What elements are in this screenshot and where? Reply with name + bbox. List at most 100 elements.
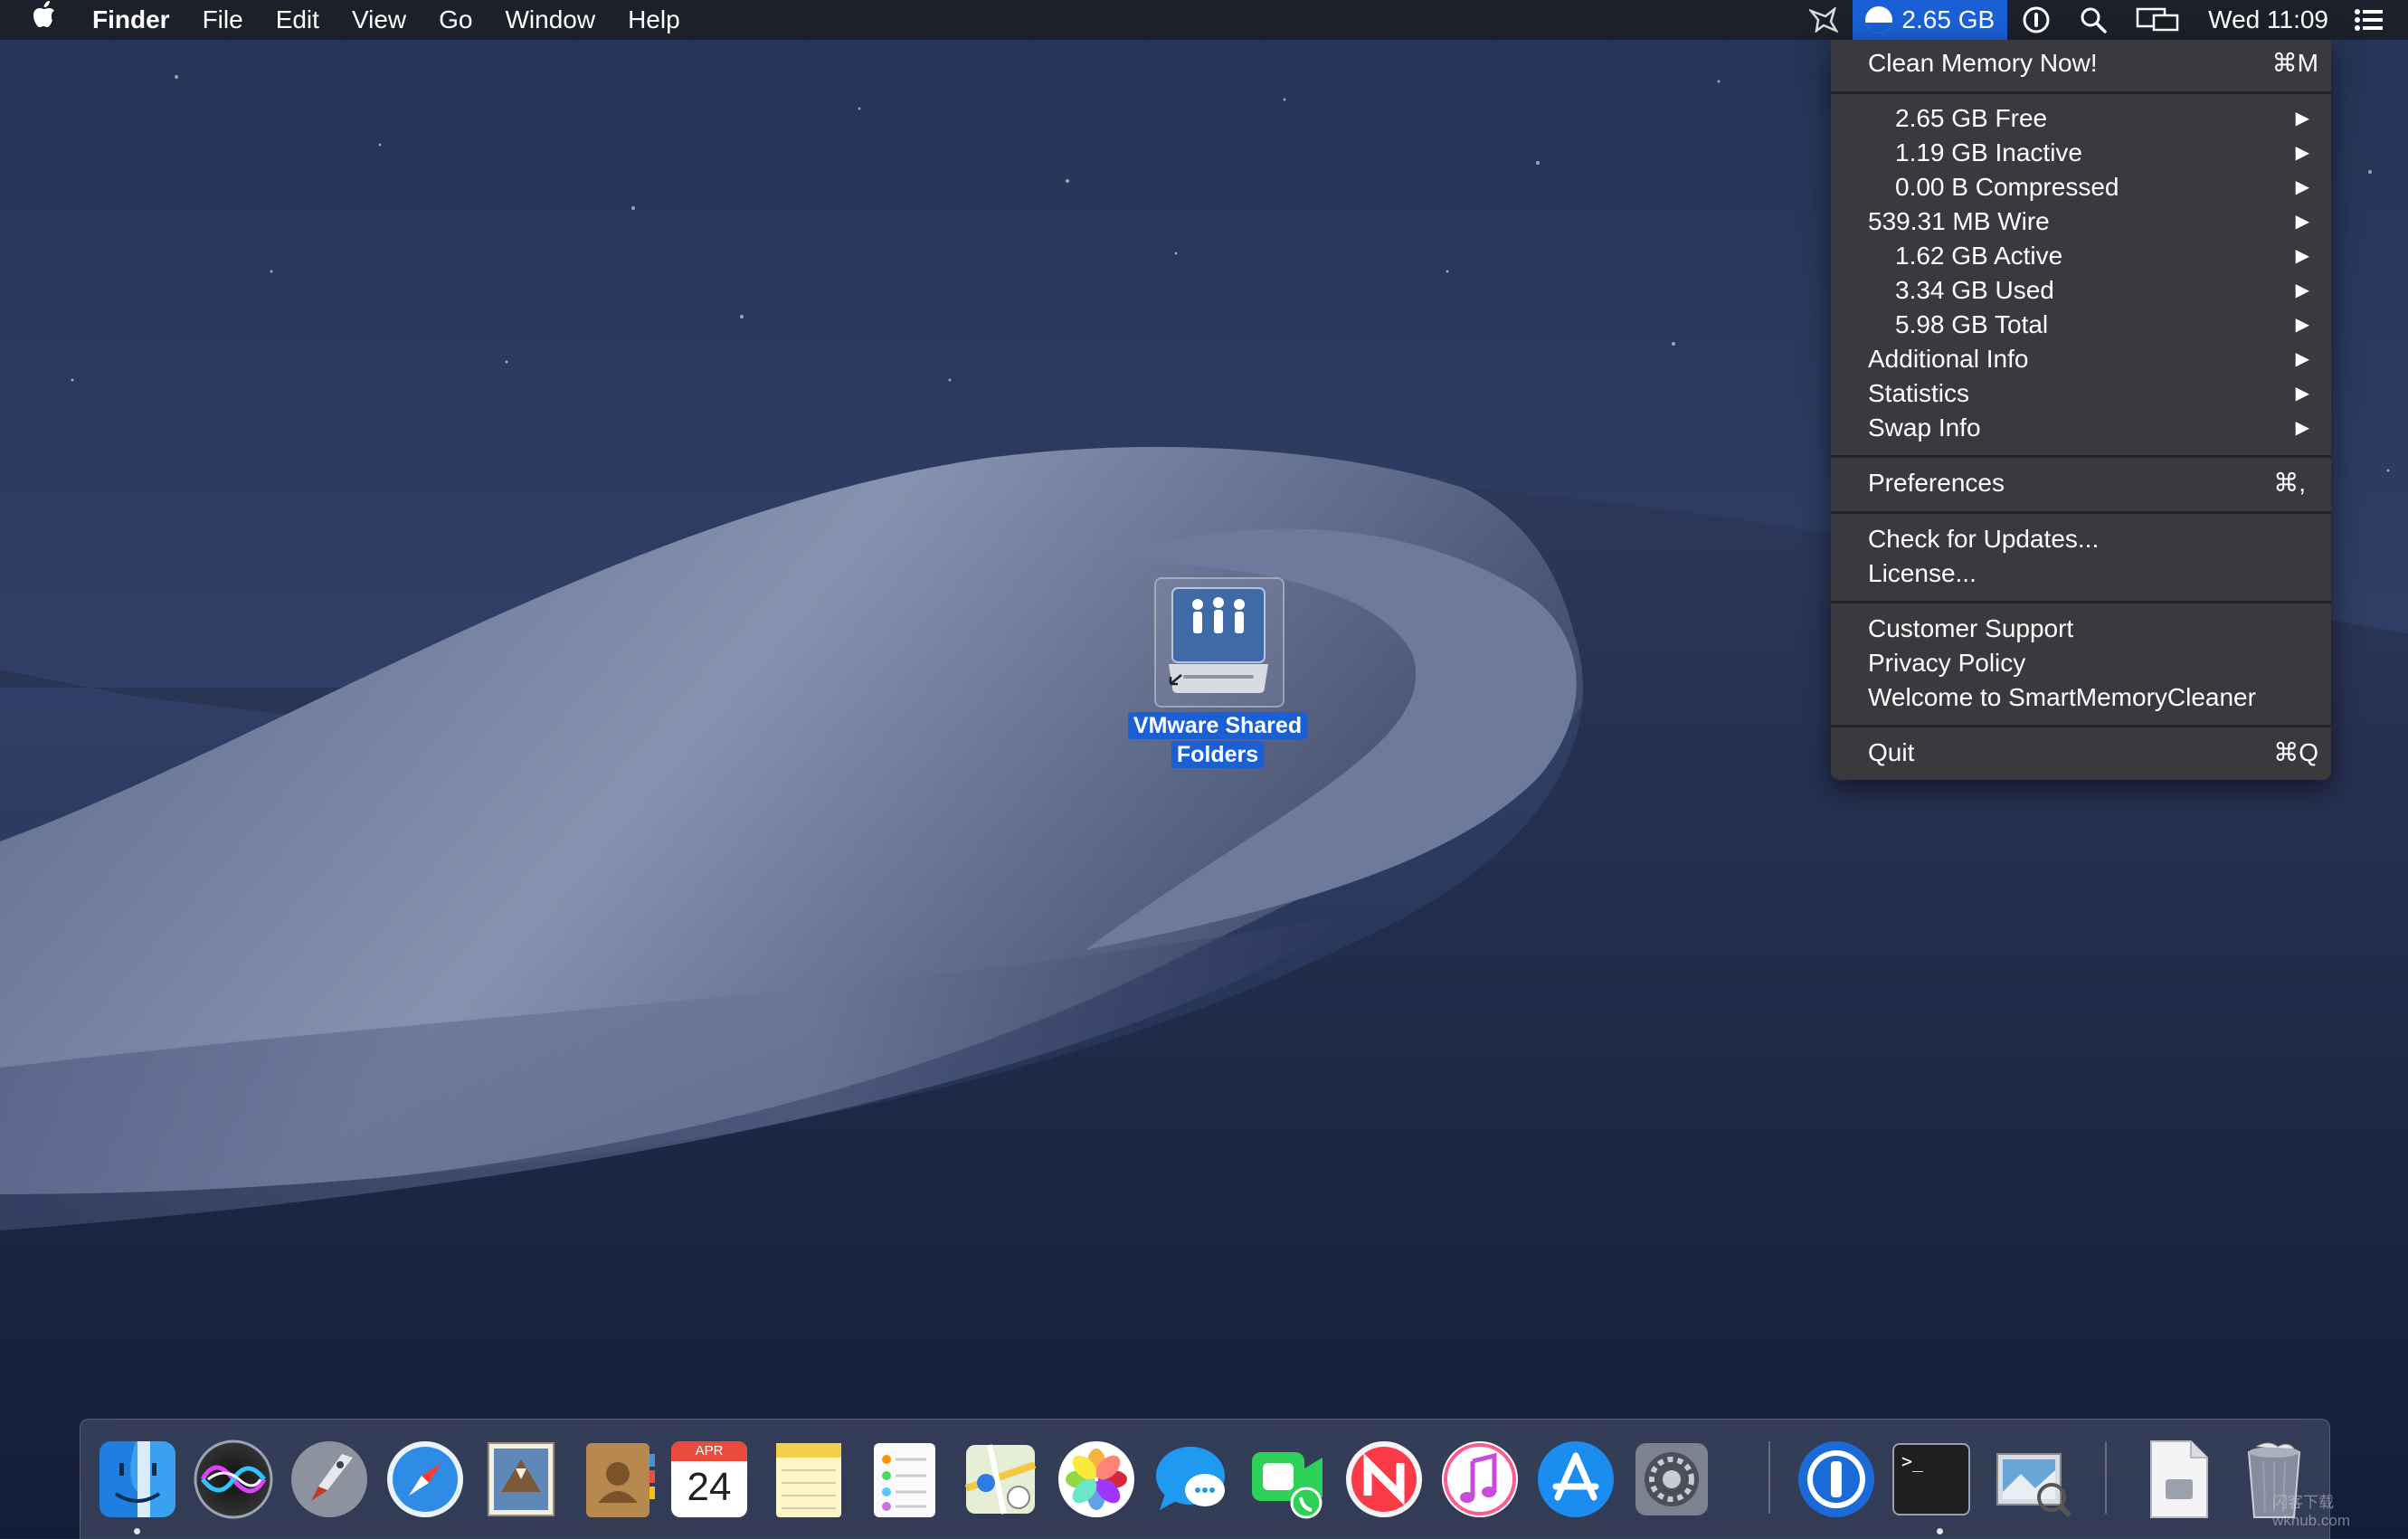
notes-icon[interactable] bbox=[767, 1438, 850, 1521]
launchpad-icon[interactable] bbox=[288, 1438, 371, 1521]
submenu-arrow-icon: ▶ bbox=[2295, 384, 2309, 404]
menu-item-active[interactable]: 1.62 GB Active ▶ bbox=[1831, 239, 2331, 273]
clock[interactable]: Wed 11:09 bbox=[2194, 0, 2343, 40]
mail-icon[interactable] bbox=[479, 1438, 563, 1521]
system-preferences-icon[interactable] bbox=[1630, 1438, 1713, 1521]
menu-bar: Finder File Edit View Go Window Help 2.6… bbox=[0, 0, 2408, 40]
submenu-arrow-icon: ▶ bbox=[2295, 177, 2309, 197]
watermark: 闪客下载 wkhub.com bbox=[2272, 1494, 2350, 1529]
calendar-day: 24 bbox=[687, 1465, 732, 1509]
stat-label: 5.98 GB Total bbox=[1895, 310, 2049, 338]
notification-center-item[interactable] bbox=[2343, 0, 2408, 40]
one-password-status-item[interactable] bbox=[2007, 0, 2065, 40]
apple-icon bbox=[33, 1, 54, 27]
menu-item-check-updates[interactable]: Check for Updates... bbox=[1831, 522, 2331, 556]
desktop-icon-vmware-shared-folders[interactable]: VMware Shared Folders bbox=[1122, 575, 1313, 770]
menu-view[interactable]: View bbox=[336, 0, 422, 40]
preferences-shortcut: ⌘, bbox=[2273, 469, 2306, 497]
app-menu-finder[interactable]: Finder bbox=[76, 0, 186, 40]
menu-separator bbox=[1831, 511, 2331, 514]
stat-label: 1.62 GB Active bbox=[1895, 242, 2063, 270]
menu-separator bbox=[1831, 601, 2331, 603]
menu-item-welcome[interactable]: Welcome to SmartMemoryCleaner bbox=[1831, 680, 2331, 715]
spotlight-status-item[interactable] bbox=[2065, 0, 2121, 40]
calendar-month: APR bbox=[671, 1441, 747, 1461]
terminal-icon[interactable]: >_ bbox=[1892, 1443, 1970, 1515]
menu-item-statistics[interactable]: Statistics ▶ bbox=[1831, 376, 2331, 411]
menu-item-quit[interactable]: Quit ⌘Q bbox=[1831, 736, 2331, 770]
menu-item-license[interactable]: License... bbox=[1831, 556, 2331, 591]
app-store-icon[interactable] bbox=[1534, 1438, 1617, 1521]
quit-shortcut: ⌘Q bbox=[2273, 738, 2318, 766]
menu-item-wire[interactable]: 539.31 MB Wire ▶ bbox=[1831, 204, 2331, 239]
menu-item-used[interactable]: 3.34 GB Used ▶ bbox=[1831, 273, 2331, 308]
privacy-policy-label: Privacy Policy bbox=[1868, 649, 2026, 677]
menu-separator bbox=[1831, 725, 2331, 727]
submenu-arrow-icon: ▶ bbox=[2295, 315, 2309, 335]
siri-icon[interactable] bbox=[192, 1438, 275, 1521]
maps-icon[interactable] bbox=[959, 1438, 1042, 1521]
submenu-arrow-icon: ▶ bbox=[2295, 212, 2309, 232]
stat-label: 539.31 MB Wire bbox=[1868, 207, 2050, 235]
menu-clean-memory-now[interactable]: Clean Memory Now! ⌘M bbox=[1831, 46, 2331, 81]
menu-item-additional-info[interactable]: Additional Info ▶ bbox=[1831, 342, 2331, 376]
stat-label: 3.34 GB Used bbox=[1895, 276, 2054, 304]
reminders-icon[interactable] bbox=[863, 1438, 946, 1521]
memory-cleaner-icon bbox=[1865, 6, 1893, 33]
menu-item-compressed[interactable]: 0.00 B Compressed ▶ bbox=[1831, 170, 2331, 204]
cast-status-item[interactable] bbox=[1795, 0, 1853, 40]
terminal-prompt: >_ bbox=[1901, 1450, 1924, 1472]
desktop-icon-label-line1: VMware Shared bbox=[1127, 712, 1308, 739]
clean-memory-label: Clean Memory Now! bbox=[1868, 49, 2098, 77]
display-mirroring-icon bbox=[2136, 7, 2179, 32]
menu-item-customer-support[interactable]: Customer Support bbox=[1831, 612, 2331, 646]
menu-item-preferences[interactable]: Preferences ⌘, bbox=[1831, 466, 2331, 500]
memory-cleaner-menu: Clean Memory Now! ⌘M 2.65 GB Free ▶ 1.19… bbox=[1831, 40, 2331, 780]
menu-item-total[interactable]: 5.98 GB Total ▶ bbox=[1831, 308, 2331, 342]
apple-menu[interactable] bbox=[0, 0, 76, 40]
safari-icon[interactable] bbox=[384, 1438, 467, 1521]
document-icon[interactable] bbox=[2137, 1438, 2220, 1521]
submenu-arrow-icon: ▶ bbox=[2295, 109, 2309, 128]
menu-go[interactable]: Go bbox=[422, 0, 488, 40]
menu-item-privacy-policy[interactable]: Privacy Policy bbox=[1831, 646, 2331, 680]
menu-item-inactive[interactable]: 1.19 GB Inactive ▶ bbox=[1831, 136, 2331, 170]
menu-window[interactable]: Window bbox=[488, 0, 611, 40]
submenu-arrow-icon: ▶ bbox=[2295, 246, 2309, 266]
menu-file[interactable]: File bbox=[186, 0, 260, 40]
news-icon[interactable] bbox=[1342, 1438, 1426, 1521]
finder-icon[interactable] bbox=[96, 1438, 179, 1521]
menu-help[interactable]: Help bbox=[611, 0, 697, 40]
cast-icon bbox=[1809, 7, 1839, 33]
menu-item-swap-info[interactable]: Swap Info ▶ bbox=[1831, 411, 2331, 445]
welcome-label: Welcome to SmartMemoryCleaner bbox=[1868, 683, 2256, 711]
messages-icon[interactable] bbox=[1151, 1438, 1234, 1521]
submenu-arrow-icon: ▶ bbox=[2295, 143, 2309, 163]
stat-label: 2.65 GB Free bbox=[1895, 104, 2048, 132]
license-label: License... bbox=[1868, 559, 1977, 587]
dock-separator bbox=[1768, 1441, 1770, 1514]
notification-center-icon bbox=[2355, 9, 2383, 31]
photos-icon[interactable] bbox=[1055, 1438, 1138, 1521]
calendar-icon[interactable]: APR 24 bbox=[671, 1441, 747, 1517]
one-password-icon bbox=[2023, 6, 2050, 33]
itunes-icon[interactable] bbox=[1438, 1438, 1522, 1521]
facetime-icon[interactable] bbox=[1247, 1438, 1330, 1521]
clean-memory-shortcut: ⌘M bbox=[2271, 49, 2318, 77]
memory-status-item[interactable]: 2.65 GB bbox=[1853, 0, 2008, 40]
one-password-dock-icon[interactable] bbox=[1795, 1438, 1878, 1521]
display-status-item[interactable] bbox=[2121, 0, 2194, 40]
stat-label: Statistics bbox=[1868, 379, 1970, 407]
submenu-arrow-icon: ▶ bbox=[2295, 418, 2309, 438]
dock: APR 24 >_ bbox=[80, 1419, 2330, 1539]
menu-item-free[interactable]: 2.65 GB Free ▶ bbox=[1831, 101, 2331, 136]
submenu-arrow-icon: ▶ bbox=[2295, 349, 2309, 369]
menu-edit[interactable]: Edit bbox=[260, 0, 336, 40]
memory-status-value: 2.65 GB bbox=[1901, 5, 1996, 33]
shared-folder-drive-icon bbox=[1169, 587, 1268, 693]
stat-label: Additional Info bbox=[1868, 345, 2029, 373]
preview-icon[interactable] bbox=[1992, 1438, 2075, 1521]
spotlight-search-icon bbox=[2081, 7, 2107, 33]
dock-separator bbox=[2105, 1441, 2107, 1514]
contacts-icon[interactable] bbox=[575, 1438, 659, 1521]
